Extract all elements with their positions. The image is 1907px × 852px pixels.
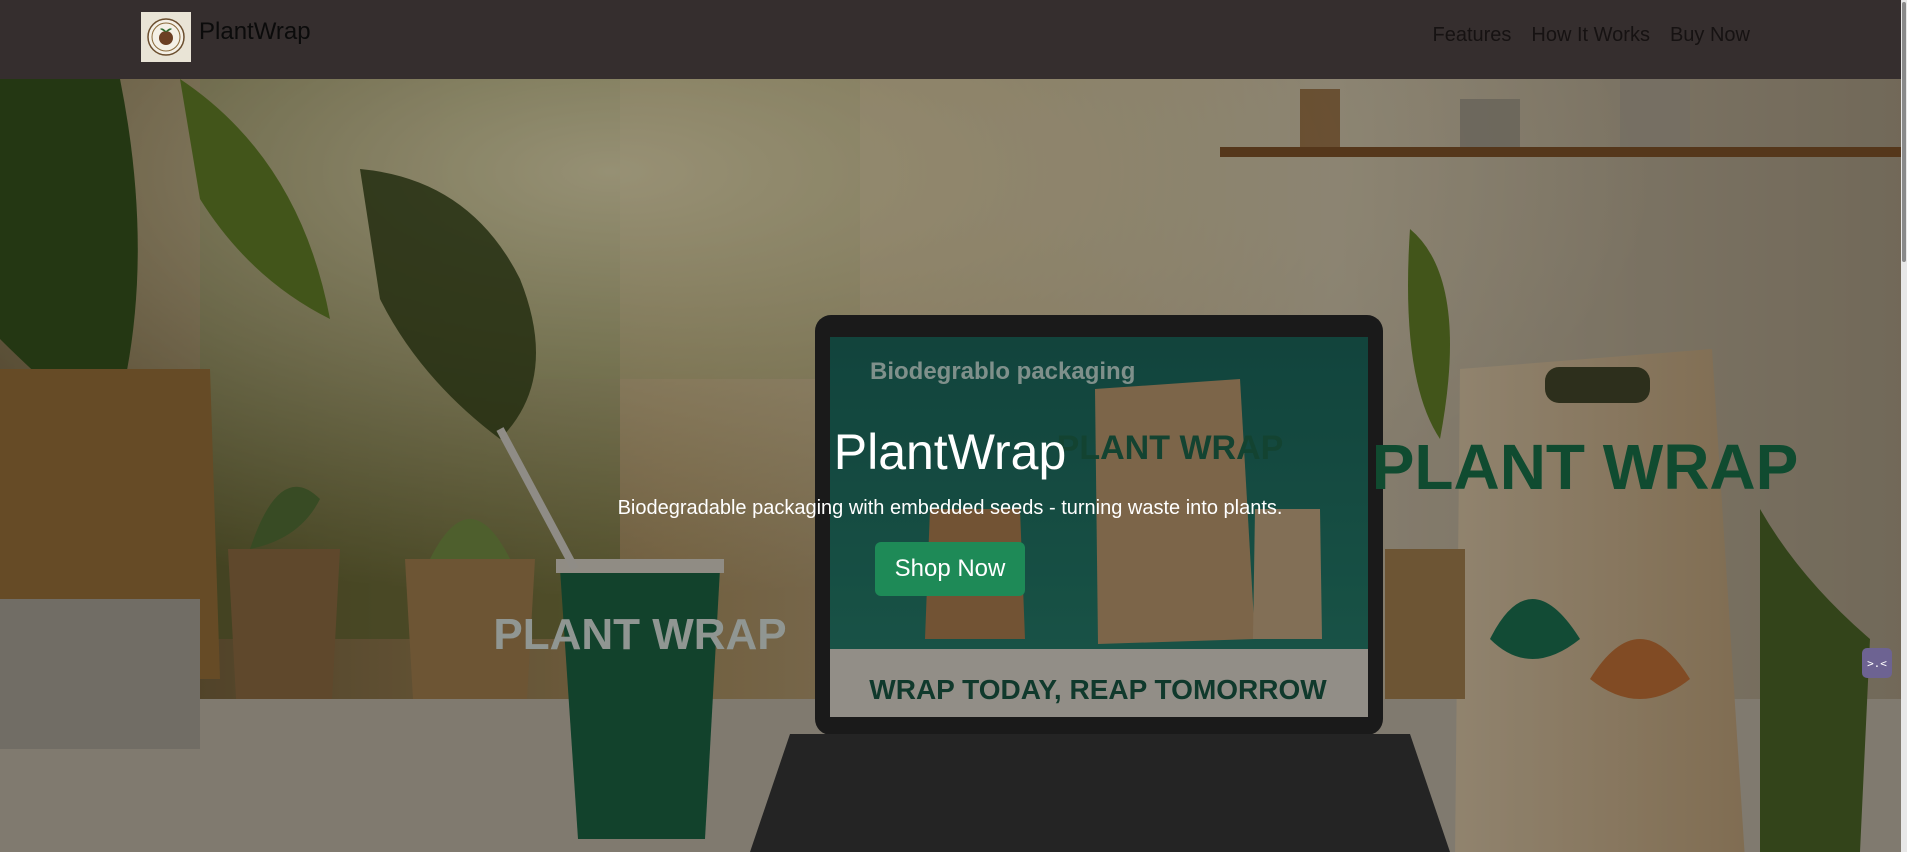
brand[interactable]: PlantWrap [141, 12, 311, 62]
hero-title: PlantWrap [833, 424, 1067, 480]
shop-now-button[interactable]: Shop Now [874, 542, 1026, 596]
hero-subtitle: Biodegradable packaging with embedded se… [617, 497, 1283, 519]
scrollbar-thumb[interactable] [1902, 2, 1906, 262]
nav-link-how-it-works[interactable]: How It Works [1531, 24, 1650, 47]
page: PlantWrap Features How It Works Buy Now [0, 0, 1907, 852]
terminal-icon[interactable]: >.< [1862, 648, 1892, 678]
brand-logo-icon[interactable] [141, 12, 191, 62]
nav-link-buy-now[interactable]: Buy Now [1670, 24, 1750, 47]
hero-section: PLANT WRAP Biodegrablo packaging WRAP TO… [0, 79, 1907, 852]
nav-link-features[interactable]: Features [1432, 24, 1511, 47]
page-scrollbar[interactable] [1901, 0, 1907, 852]
nav-links: Features How It Works Buy Now [1432, 24, 1750, 47]
brand-name[interactable]: PlantWrap [199, 18, 311, 46]
top-navbar: PlantWrap Features How It Works Buy Now [0, 0, 1907, 79]
hero-content: PlantWrap Biodegradable packaging with e… [0, 424, 1900, 596]
